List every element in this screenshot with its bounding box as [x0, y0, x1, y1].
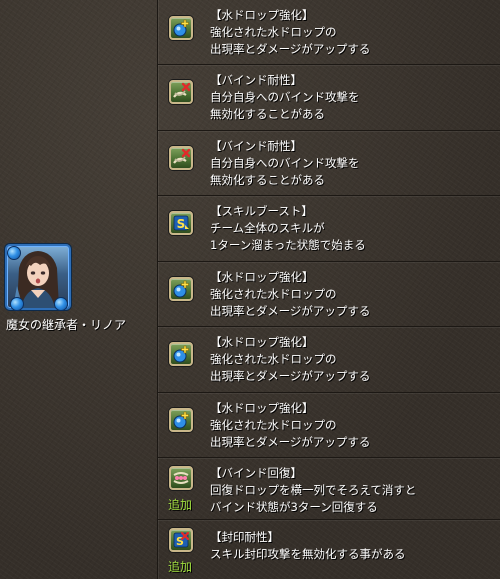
awakening-description-line: 無効化することがある — [210, 173, 325, 187]
awakening-description: 【バインド耐性】自分自身へのバインド攻撃を 無効化することがある — [210, 138, 495, 189]
awakening-table: 魔女の継承者・リノア 【水ドロップ強化】 強化された水ドロップの 出現率とダメージが… — [0, 0, 500, 579]
awakening-title: 【水ドロップ強化】 — [210, 270, 314, 284]
awakening-description-line: 自分自身へのバインド攻撃を — [210, 90, 360, 104]
awakening-row: S 追加 【封印耐性】スキル封印攻撃を無効化する事がある — [158, 520, 500, 579]
awakening-title: 【水ドロップ強化】 — [210, 335, 314, 349]
awakening-description-line: 強化された水ドロップの — [210, 25, 337, 39]
water-orb-enhance-icon[interactable] — [169, 16, 193, 40]
awakening-description-line: 出現率とダメージがアップする — [210, 304, 371, 318]
awakening-row: 【バインド耐性】自分自身へのバインド攻撃を 無効化することがある — [158, 131, 500, 196]
awakening-row: 【水ドロップ強化】強化された水ドロップの出現率とダメージがアップする — [158, 262, 500, 327]
water-orb-enhance-icon[interactable] — [169, 277, 193, 301]
character-name: 魔女の継承者・リノア — [6, 318, 127, 332]
awakening-description-line: 無効化することがある — [210, 107, 325, 121]
awakening-description: 【スキルブースト】 チーム全体のスキルが 1ターン溜まった状態で始まる — [210, 203, 495, 254]
awakening-row: 【水ドロップ強化】強化された水ドロップの出現率とダメージがアップする — [158, 327, 500, 393]
awakening-description: 【水ドロップ強化】強化された水ドロップの出現率とダメージがアップする — [210, 400, 495, 451]
awakening-title: 【スキルブースト】 — [210, 204, 313, 218]
awakening-title: 【封印耐性】 — [210, 530, 279, 544]
awakening-description: 【バインド耐性】自分自身へのバインド攻撃を 無効化することがある — [210, 72, 495, 123]
awakening-description-line: 強化された水ドロップの — [210, 418, 337, 432]
awakening-description-line: チーム全体のスキルが — [210, 221, 325, 235]
water-sub-attribute-orb-icon — [10, 297, 24, 311]
water-orb-enhance-icon[interactable] — [169, 342, 193, 366]
awakening-description: 【水ドロップ強化】強化された水ドロップの出現率とダメージがアップする — [210, 7, 495, 58]
awakening-title: 【バインド耐性】 — [210, 139, 302, 153]
awakening-description-line: 強化された水ドロップの — [210, 352, 337, 366]
water-sub-attribute-orb-icon — [54, 297, 68, 311]
awakening-title: 【バインド耐性】 — [210, 73, 302, 87]
awakening-row: 【水ドロップ強化】強化された水ドロップの出現率とダメージがアップする — [158, 0, 500, 65]
awakening-description: 【封印耐性】スキル封印攻撃を無効化する事がある — [210, 529, 495, 563]
awakening-description-line: 強化された水ドロップの — [210, 287, 337, 301]
bind-resist-icon[interactable] — [169, 80, 193, 104]
awakening-title: 【水ドロップ強化】 — [210, 401, 314, 415]
water-orb-enhance-icon[interactable] — [169, 408, 193, 432]
awakening-description-line: 出現率とダメージがアップする — [210, 435, 371, 449]
skill-boost-icon[interactable]: S — [169, 211, 193, 235]
character-column: 魔女の継承者・リノア — [0, 0, 157, 579]
added-badge: 追加 — [168, 560, 193, 574]
awakening-row: 【バインド耐性】自分自身へのバインド攻撃を 無効化することがある — [158, 65, 500, 131]
awakening-row: S 【スキルブースト】 チーム全体のスキルが 1ターン溜まった状態で始まる — [158, 196, 500, 262]
awakening-title: 【水ドロップ強化】 — [210, 8, 314, 22]
svg-text:S: S — [177, 217, 186, 231]
awakening-description-line: 自分自身へのバインド攻撃を — [210, 156, 360, 170]
awakening-description-line: バインド状態が3ターン回復する — [210, 500, 378, 514]
added-badge: 追加 — [168, 498, 193, 512]
awakening-row: 追加 【バインド回復】回復ドロップを横一列でそろえて消すと バインド状態が3ターン回… — [158, 458, 500, 520]
awakening-description-line: 1ターン溜まった状態で始まる — [210, 238, 366, 252]
bind-recovery-icon[interactable] — [169, 466, 193, 490]
awakening-description: 【水ドロップ強化】強化された水ドロップの出現率とダメージがアップする — [210, 334, 495, 385]
awakening-description: 【バインド回復】回復ドロップを横一列でそろえて消すと バインド状態が3ターン回復す… — [210, 465, 495, 516]
awakening-description-line: 回復ドロップを横一列でそろえて消すと — [210, 483, 417, 497]
bind-resist-icon[interactable] — [169, 146, 193, 170]
awakening-title: 【バインド回復】 — [210, 466, 302, 480]
water-attribute-orb-icon — [7, 246, 21, 260]
awakening-description-line: 出現率とダメージがアップする — [210, 42, 371, 56]
awakening-row: 【水ドロップ強化】強化された水ドロップの出現率とダメージがアップする — [158, 393, 500, 458]
awakening-description-line: スキル封印攻撃を無効化する事がある — [210, 547, 406, 561]
skill-bind-resist-icon[interactable]: S — [169, 528, 193, 552]
awakening-description-line: 出現率とダメージがアップする — [210, 369, 371, 383]
awakening-description: 【水ドロップ強化】強化された水ドロップの出現率とダメージがアップする — [210, 269, 495, 320]
